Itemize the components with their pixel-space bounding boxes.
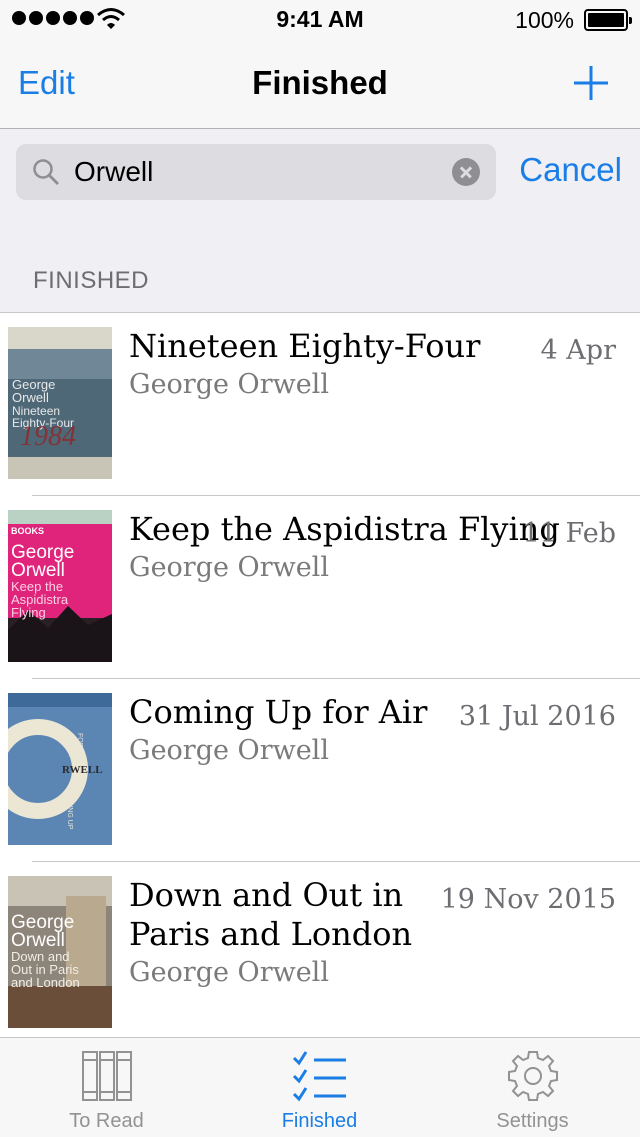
- status-bar: 9:41 AM 100%: [0, 0, 640, 40]
- page-title: Finished: [252, 64, 388, 101]
- gear-icon: [507, 1051, 558, 1101]
- search-input[interactable]: Orwell: [16, 144, 496, 200]
- clear-search-icon[interactable]: [452, 158, 480, 186]
- tab-label: Settings: [496, 1110, 569, 1132]
- book-row[interactable]: George Orwell Down and Out in Paris and …: [0, 862, 640, 1052]
- tab-label: To Read: [69, 1110, 144, 1132]
- book-list: George Orwell Nineteen Eighty-Four 1984 …: [0, 313, 640, 1052]
- book-row[interactable]: BOOKS George Orwell Keep the Aspidistra …: [0, 496, 640, 679]
- book-author: George Orwell: [129, 369, 329, 400]
- book-author: George Orwell: [129, 957, 329, 988]
- navigation-bar: Edit Finished: [0, 40, 640, 129]
- cover-text: 1984: [20, 421, 76, 452]
- tab-finished[interactable]: Finished: [213, 1038, 426, 1137]
- finished-date: 4 Apr: [540, 335, 616, 366]
- cover-text: FOR AIR: [76, 733, 83, 761]
- cover-text: Orwell: [11, 930, 65, 951]
- finished-date: 11 Feb: [522, 518, 616, 549]
- book-title: Coming Up for Air: [129, 693, 428, 731]
- cover-text: BOOKS: [11, 526, 44, 536]
- book-author: George Orwell: [129, 735, 329, 766]
- book-cover-coming-up-for-air: RWELL FOR AIR COMING UP: [8, 693, 112, 845]
- battery-icon: [584, 9, 632, 31]
- book-cover-down-and-out-in-paris-and-london: George Orwell Down and Out in Paris and …: [8, 876, 112, 1028]
- tab-bar: To Read Finished Settings: [0, 1037, 640, 1137]
- battery-percent: 100%: [515, 7, 574, 33]
- book-author: George Orwell: [129, 552, 329, 583]
- tab-settings[interactable]: Settings: [426, 1038, 639, 1137]
- tab-to-read[interactable]: To Read: [0, 1038, 213, 1137]
- cancel-button[interactable]: Cancel: [519, 151, 622, 189]
- cover-text: and London: [11, 975, 80, 990]
- search-area: Orwell Cancel FINISHED: [0, 129, 640, 313]
- book-row[interactable]: George Orwell Nineteen Eighty-Four 1984 …: [0, 313, 640, 496]
- cover-text: Orwell: [11, 560, 65, 581]
- books-icon: [81, 1051, 132, 1101]
- book-title: Keep the Aspidistra Flying: [129, 510, 560, 548]
- finished-date: 31 Jul 2016: [458, 701, 616, 732]
- cover-text: Flying: [11, 605, 46, 620]
- cover-text: COMING UP: [66, 789, 73, 830]
- book-cover-keep-the-aspidistra-flying: BOOKS George Orwell Keep the Aspidistra …: [8, 510, 112, 662]
- search-query[interactable]: Orwell: [74, 156, 153, 188]
- book-title: Nineteen Eighty-Four: [129, 327, 481, 365]
- search-icon: [33, 159, 59, 185]
- cover-text: Orwell: [12, 390, 49, 405]
- finished-date: 19 Nov 2015: [440, 884, 616, 915]
- book-cover-nineteen-eighty-four: George Orwell Nineteen Eighty-Four 1984: [8, 327, 112, 479]
- book-title: Down and Out in Paris and London: [129, 876, 413, 953]
- tab-label: Finished: [281, 1110, 358, 1132]
- section-header: FINISHED: [33, 267, 150, 294]
- book-row[interactable]: RWELL FOR AIR COMING UP Coming Up for Ai…: [0, 679, 640, 862]
- add-book-icon[interactable]: [572, 64, 610, 102]
- cover-text: RWELL: [62, 764, 103, 776]
- checklist-icon: [292, 1051, 346, 1102]
